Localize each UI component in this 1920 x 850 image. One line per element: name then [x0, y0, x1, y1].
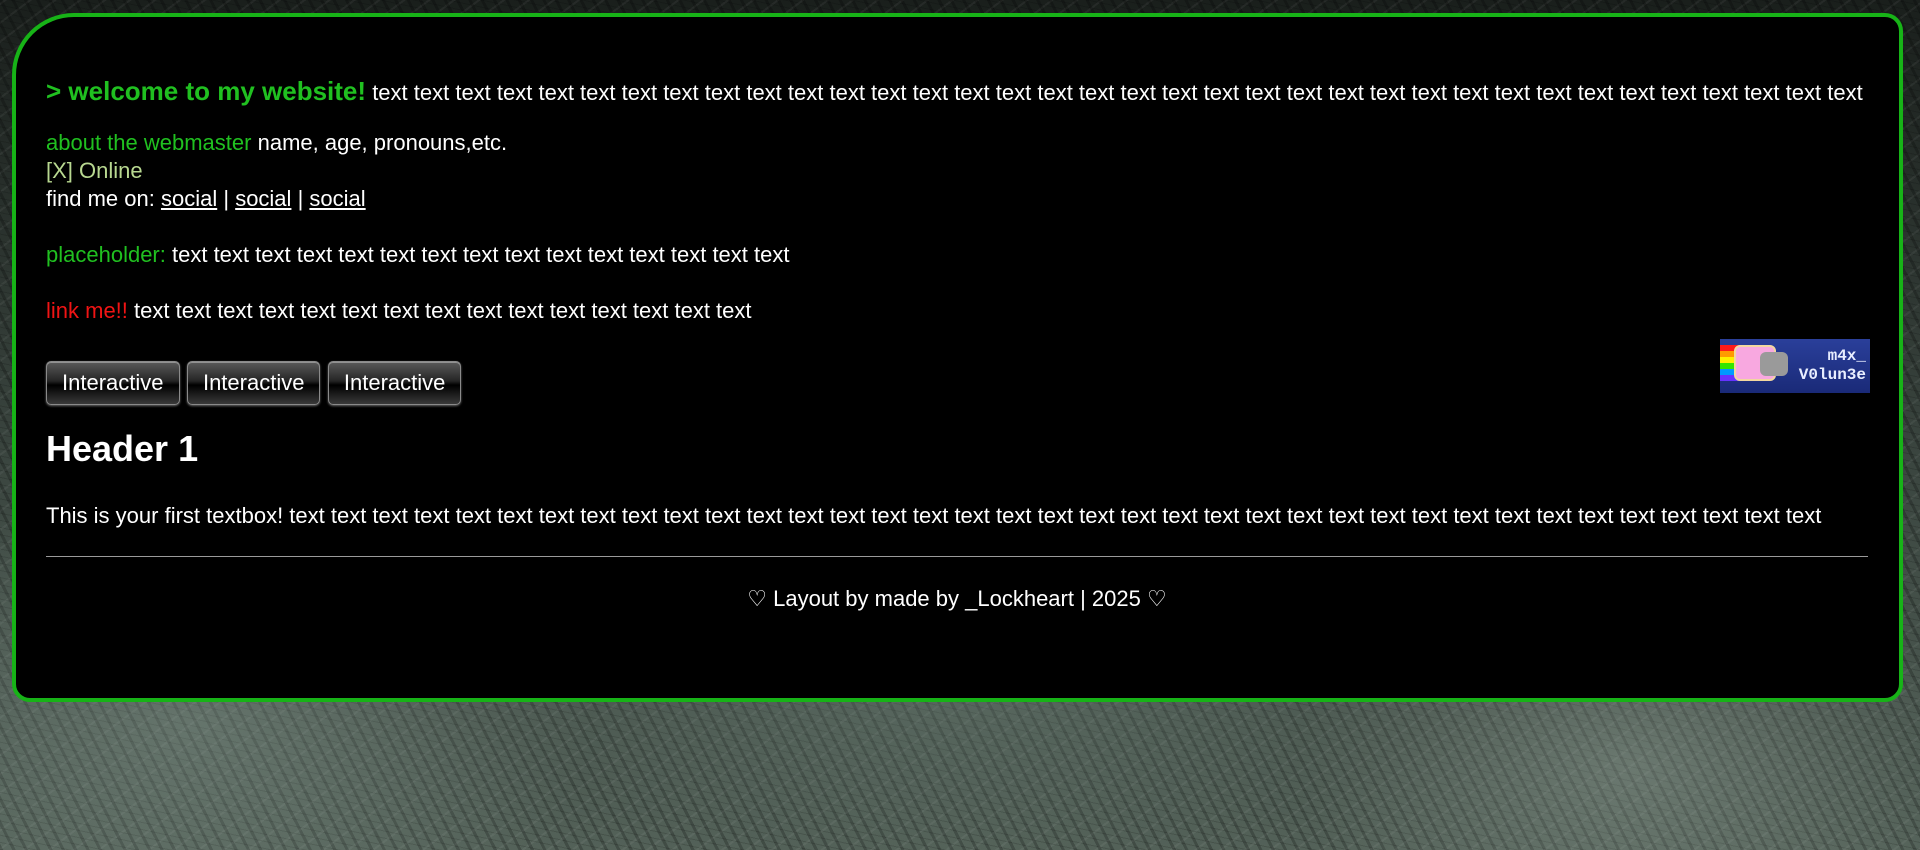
- nyan-cat-button-badge[interactable]: m4x_ V0lun3e: [1720, 339, 1870, 393]
- placeholder-label: placeholder:: [46, 242, 166, 267]
- social-link-2[interactable]: social: [235, 186, 291, 211]
- header-1: Header 1: [46, 428, 199, 469]
- footer-credit: ♡ Layout by made by _Lockheart | 2025 ♡: [747, 586, 1167, 611]
- link-me-section: link me!! text text text text text text …: [46, 297, 1868, 325]
- first-textbox: This is your first textbox! text text te…: [46, 503, 1822, 528]
- divider: [46, 556, 1868, 557]
- cat-head-icon: [1760, 352, 1788, 376]
- panel-content: > welcome to my website! text text text …: [46, 77, 1868, 613]
- main-panel: > welcome to my website! text text text …: [12, 13, 1903, 702]
- welcome-text: text text text text text text text text …: [372, 80, 1863, 105]
- interactive-button-1[interactable]: Interactive: [46, 361, 180, 405]
- badge-label: m4x_ V0lun3e: [1799, 347, 1866, 385]
- welcome-section: > welcome to my website! text text text …: [46, 77, 1868, 107]
- about-section: about the webmaster name, age, pronouns,…: [46, 129, 1868, 213]
- link-me-text: text text text text text text text text …: [134, 298, 752, 323]
- online-status: [X] Online: [46, 158, 143, 183]
- social-link-3[interactable]: social: [309, 186, 365, 211]
- badge-line-1: m4x_: [1827, 347, 1866, 365]
- social-link-1[interactable]: social: [161, 186, 217, 211]
- interactive-button-2[interactable]: Interactive: [186, 361, 321, 405]
- about-text: name, age, pronouns,etc.: [257, 130, 508, 155]
- placeholder-text: text text text text text text text text …: [172, 242, 790, 267]
- placeholder-section: placeholder: text text text text text te…: [46, 241, 1868, 269]
- badge-line-2: V0lun3e: [1798, 366, 1866, 384]
- about-label: about the webmaster: [46, 130, 252, 155]
- find-me-label: find me on:: [46, 186, 155, 211]
- social-separator: |: [223, 186, 230, 211]
- social-separator: |: [297, 186, 304, 211]
- link-me-label: link me!!: [46, 298, 128, 323]
- welcome-title: > welcome to my website!: [46, 76, 367, 106]
- button-row: Interactive Interactive Interactive: [46, 361, 1868, 405]
- interactive-button-3[interactable]: Interactive: [327, 361, 462, 405]
- social-row: find me on: social | social | social: [46, 185, 1868, 213]
